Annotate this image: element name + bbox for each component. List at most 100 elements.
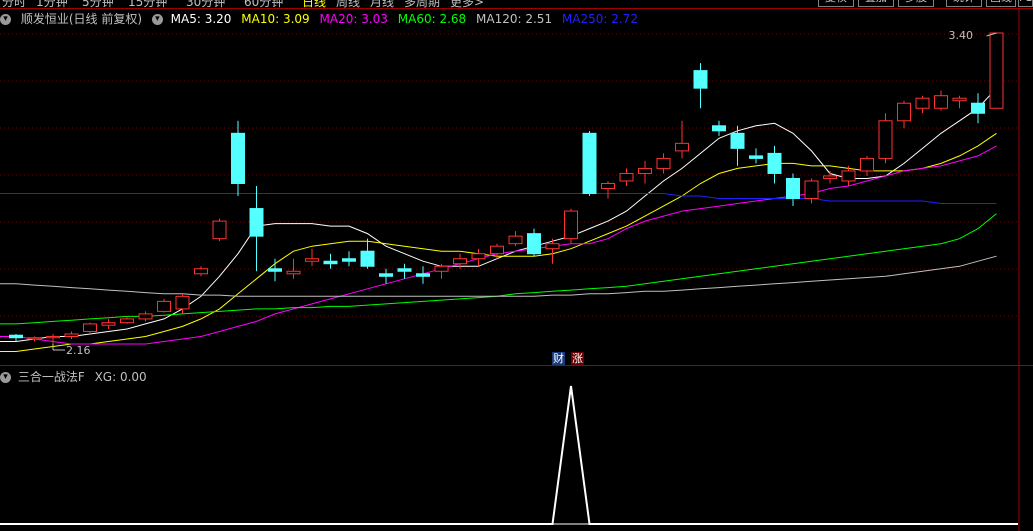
candle-body-30 — [564, 210, 578, 240]
toolbar-button-0[interactable]: 复权 — [818, 0, 854, 7]
candle-body-46 — [860, 157, 874, 172]
finance-badge[interactable]: 财 — [552, 352, 565, 365]
candle-body-7 — [138, 313, 153, 320]
candle-body-44 — [823, 175, 837, 179]
candle-body-25 — [471, 253, 486, 260]
candle-body-41 — [767, 152, 782, 174]
candle-body-6 — [120, 318, 134, 324]
min-price-label: 2.16 — [66, 344, 91, 357]
indicator-line-signal — [0, 385, 1018, 525]
candle-body-49 — [915, 97, 930, 109]
ma-line-ma120 — [0, 255, 997, 297]
candle-body-21 — [397, 268, 412, 272]
period-tab-0[interactable]: 分时 — [2, 0, 26, 8]
period-toolbar: 分时 1分钟 5分钟 15分钟 30分钟 60分钟 日线 周线 月线 多周期 更多> 复权叠加多股 统计… — [0, 0, 1033, 8]
candle-body-37 — [693, 70, 708, 89]
ma-line-ma10 — [0, 132, 997, 352]
candle-body-51 — [952, 97, 967, 102]
stock-title: 顺发恒业(日线 前复权) — [20, 12, 143, 26]
candle-body-22 — [416, 273, 430, 277]
candle-body-23 — [434, 265, 449, 272]
candle-body-12 — [231, 132, 245, 184]
candle-body-38 — [712, 125, 726, 132]
ma-line-ma5 — [0, 87, 997, 342]
max-price-label: 3.40 — [949, 29, 974, 42]
period-tab-5[interactable]: 60分钟 — [244, 0, 283, 8]
candle-body-2 — [46, 335, 60, 339]
indicator-name: 三合一战法F — [17, 370, 85, 384]
toolbar-button-1[interactable]: 叠加 — [858, 0, 894, 7]
candle-body-31 — [582, 132, 597, 195]
candle-body-45 — [841, 170, 856, 182]
candle-body-36 — [675, 142, 689, 152]
candle-body-15 — [286, 270, 301, 275]
candle-body-33 — [619, 172, 634, 182]
candle-body-16 — [305, 258, 319, 262]
candle-body-27 — [508, 235, 523, 245]
candle-body-52 — [971, 102, 985, 114]
legend-settings-icon[interactable]: ▾ — [0, 14, 11, 25]
candle-body-42 — [786, 177, 800, 200]
candle-body-1 — [27, 337, 42, 340]
candle-body-32 — [601, 182, 615, 190]
candle-body-19 — [360, 250, 375, 267]
ma-line-ma60 — [0, 213, 997, 325]
candle-body-34 — [638, 167, 652, 174]
ma-line-ma20 — [0, 145, 997, 345]
candle-body-26 — [490, 245, 504, 255]
candle-body-24 — [453, 258, 467, 265]
period-tab-10[interactable]: 更多> — [450, 0, 484, 8]
candle-body-8 — [157, 300, 171, 312]
ma5-label: MA5: 3.20 — [170, 12, 232, 26]
candle-body-47 — [878, 120, 893, 159]
toolbar-button-5[interactable]: F10 — [1018, 0, 1033, 7]
period-tab-7[interactable]: 周线 — [336, 0, 360, 8]
candle-body-0 — [9, 334, 23, 339]
period-tab-2[interactable]: 5分钟 — [82, 0, 114, 8]
period-tab-9[interactable]: 多周期 — [404, 0, 440, 8]
toolbar-button-3[interactable]: 统计 — [946, 0, 982, 7]
rise-badge[interactable]: 涨 — [571, 352, 584, 365]
candle-body-10 — [194, 268, 208, 275]
candle-body-14 — [268, 268, 282, 272]
panel-separator — [0, 365, 1033, 366]
period-tab-1[interactable]: 1分钟 — [36, 0, 68, 8]
candle-body-11 — [212, 220, 227, 240]
candle-body-9 — [175, 295, 190, 310]
toolbar-button-4[interactable]: 画线 — [986, 0, 1016, 7]
candlestick-chart[interactable]: 3.40 2.16 — [0, 0, 1033, 531]
candle-body-4 — [83, 323, 97, 332]
indicator-value: XG: 0.00 — [94, 370, 147, 384]
ma-line-ma250 — [0, 193, 997, 204]
period-tab-6[interactable]: 日线 — [302, 0, 326, 8]
toolbar-button-2[interactable]: 多股 — [898, 0, 934, 7]
ma60-label: MA60: 2.68 — [397, 12, 467, 26]
candle-body-28 — [527, 233, 541, 255]
candle-body-18 — [342, 258, 356, 262]
candle-body-39 — [730, 132, 745, 149]
period-tab-4[interactable]: 30分钟 — [186, 0, 225, 8]
max-pointer — [986, 32, 997, 37]
candle-body-53 — [989, 32, 1004, 109]
candle-body-29 — [545, 243, 560, 250]
ma120-label: MA120: 2.51 — [476, 12, 553, 26]
ma250-label: MA250: 2.72 — [561, 12, 638, 26]
indicator-settings-icon[interactable]: ▾ — [0, 372, 11, 383]
ma10-label: MA10: 3.09 — [241, 12, 310, 26]
period-tab-8[interactable]: 月线 — [370, 0, 394, 8]
ma-settings-icon[interactable]: ▾ — [151, 14, 163, 25]
candle-body-40 — [749, 155, 763, 159]
candle-body-43 — [804, 180, 819, 200]
main-legend: ▾ 顺发恒业(日线 前复权) ▾ MA5: 3.20 MA10: 3.09 MA… — [0, 10, 644, 26]
candle-body-17 — [323, 260, 338, 265]
ma20-label: MA20: 3.03 — [319, 12, 388, 26]
period-tab-3[interactable]: 15分钟 — [128, 0, 167, 8]
candle-body-35 — [656, 157, 671, 169]
candle-body-5 — [101, 322, 116, 326]
candle-body-13 — [249, 208, 264, 237]
candle-body-20 — [379, 273, 393, 277]
indicator-legend: ▾ 三合一战法F XG: 0.00 — [0, 368, 147, 384]
candle-body-48 — [897, 102, 911, 122]
candle-body-3 — [64, 333, 79, 337]
candle-body-50 — [934, 95, 948, 109]
